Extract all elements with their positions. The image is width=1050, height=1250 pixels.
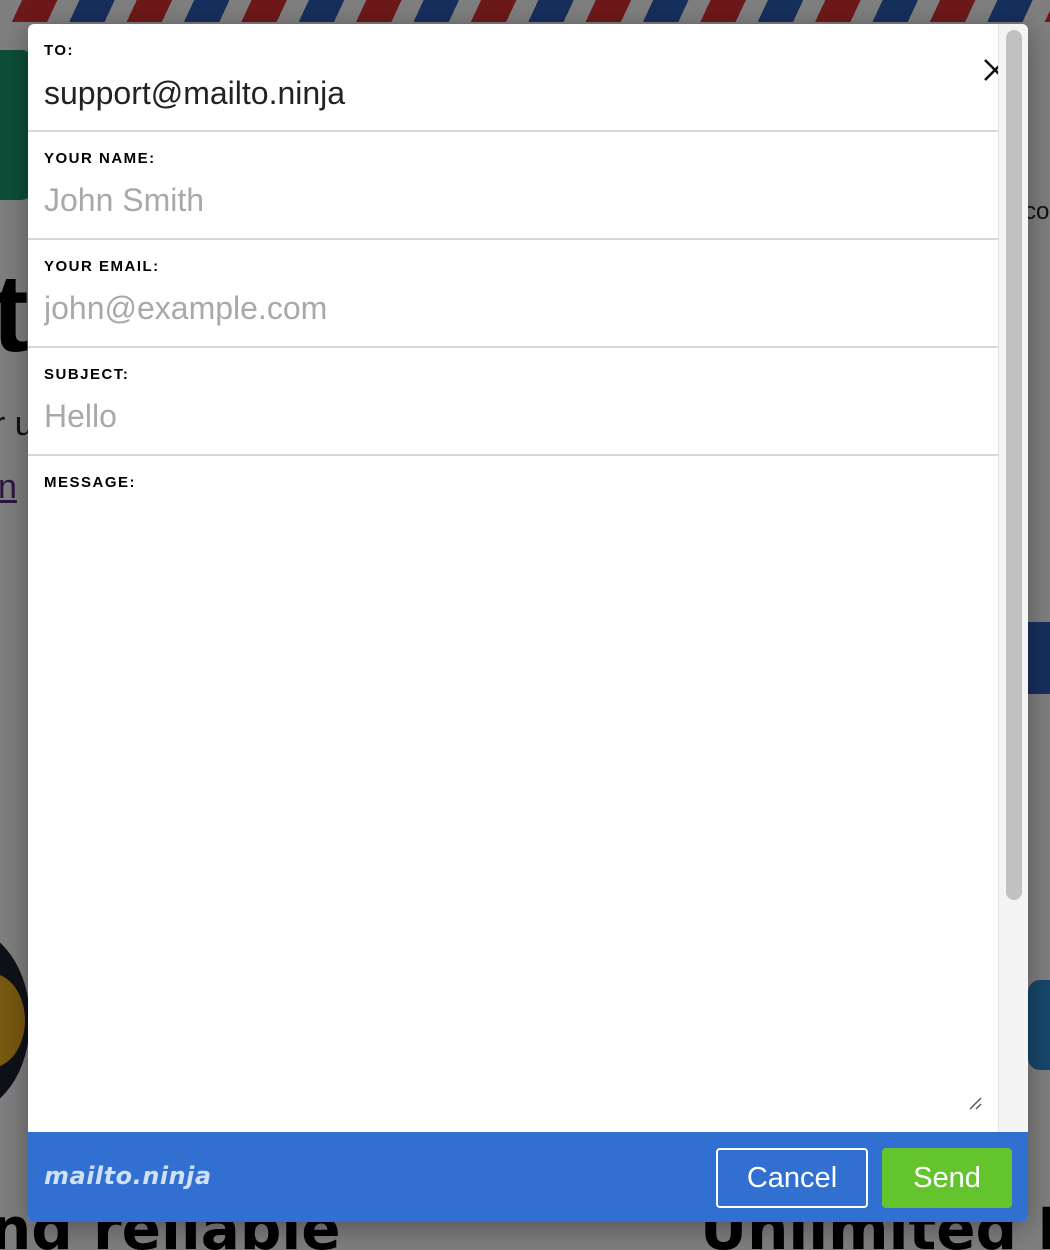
brand-logo[interactable]: mailto.ninja <box>44 1162 212 1190</box>
to-label: To: <box>44 42 75 59</box>
subject-input[interactable] <box>44 397 982 435</box>
name-label: Your Name: <box>44 150 156 167</box>
subject-field: Subject: <box>28 348 998 456</box>
resize-grip-icon[interactable] <box>968 1096 982 1110</box>
to-address: support@mailto.ninja <box>44 75 346 111</box>
email-field: Your Email: <box>28 240 998 348</box>
name-field: Your Name: <box>28 132 998 240</box>
modal-footer: mailto.ninja Cancel Send <box>28 1132 1028 1222</box>
name-input[interactable] <box>44 181 982 219</box>
subject-label: Subject: <box>44 366 130 383</box>
message-field: Message: <box>28 456 998 1128</box>
message-label: Message: <box>44 474 137 491</box>
email-input[interactable] <box>44 289 982 327</box>
modal-form: To: support@mailto.ninja Your Name: Your… <box>28 24 998 1132</box>
send-button[interactable]: Send <box>882 1148 1012 1208</box>
to-field: To: support@mailto.ninja <box>28 24 998 132</box>
cancel-button[interactable]: Cancel <box>716 1148 868 1208</box>
email-label: Your Email: <box>44 258 160 275</box>
message-textarea[interactable] <box>44 505 982 1065</box>
modal-scrollbar[interactable] <box>998 24 1028 1132</box>
scrollbar-thumb[interactable] <box>1006 30 1022 900</box>
email-modal: To: support@mailto.ninja Your Name: Your… <box>28 24 1028 1222</box>
